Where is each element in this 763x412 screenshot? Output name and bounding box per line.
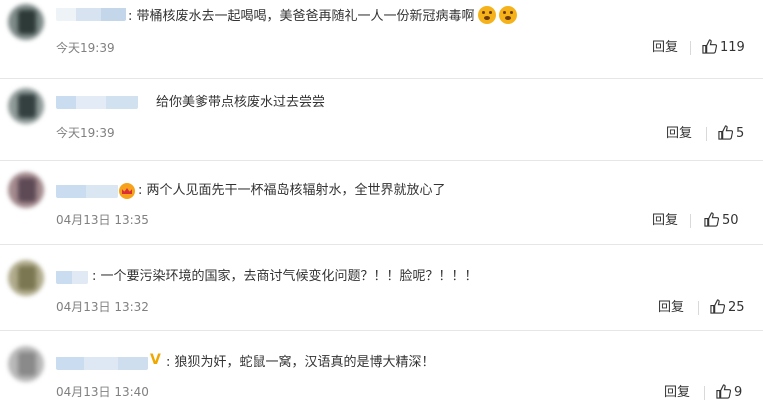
like-button[interactable]: 50	[704, 212, 739, 230]
divider	[690, 41, 691, 55]
separator	[0, 244, 763, 245]
reply-button[interactable]: 回复	[658, 299, 684, 317]
thumbs-up-icon	[710, 299, 726, 314]
divider	[690, 214, 691, 228]
comment-item: : 一个要污染环境的国家，去商讨气候变化问题？！！脸呢？！！！ 04月13日 1…	[0, 246, 763, 326]
comment-item: : 带桶核废水去一起喝喝，美爸爸再随礼一人一份新冠病毒啊 今天19:39 回复 …	[0, 0, 763, 80]
avatar[interactable]	[8, 346, 44, 382]
like-count: 25	[728, 300, 745, 315]
divider	[698, 301, 699, 315]
like-count: 119	[720, 40, 745, 55]
divider	[706, 127, 707, 141]
divider	[704, 386, 705, 400]
timestamp: 今天19:39	[56, 126, 115, 140]
username-blurred[interactable]	[56, 95, 138, 109]
thumbs-up-icon	[704, 212, 720, 227]
thumbs-up-icon	[702, 39, 718, 54]
avatar[interactable]	[8, 172, 44, 208]
comment-item: V : 狼狈为奸，蛇鼠一窝，汉语真的是博大精深！ 04月13日 13:40 回复…	[0, 332, 763, 412]
comment-item: : 两个人见面先干一杯福岛核辐射水，全世界就放心了 04月13日 13:35 回…	[0, 162, 763, 242]
timestamp: 04月13日 13:40	[56, 385, 149, 399]
like-count: 50	[722, 213, 739, 228]
like-button[interactable]: 9	[716, 384, 742, 402]
like-button[interactable]: 119	[702, 39, 745, 57]
timestamp: 04月13日 13:32	[56, 300, 149, 314]
reply-button[interactable]: 回复	[664, 384, 690, 402]
crown-icon	[119, 183, 135, 199]
avatar[interactable]	[8, 4, 44, 40]
reply-button[interactable]: 回复	[666, 125, 692, 143]
comment-text: : 一个要污染环境的国家，去商讨气候变化问题？！！脸呢？！！！	[92, 269, 478, 284]
separator	[0, 78, 763, 79]
like-button[interactable]: 25	[710, 299, 745, 317]
username-blurred[interactable]	[56, 270, 88, 284]
reply-button[interactable]: 回复	[652, 212, 678, 230]
username-blurred[interactable]	[56, 184, 118, 198]
separator	[0, 330, 763, 331]
avatar[interactable]	[8, 88, 44, 124]
thumbs-up-icon	[718, 125, 734, 140]
comment-item: 给你美爹带点核废水过去尝尝 今天19:39 回复 5	[0, 80, 763, 160]
like-count: 5	[736, 126, 745, 141]
like-button[interactable]: 5	[718, 125, 744, 143]
comment-text: : 两个人见面先干一杯福岛核辐射水，全世界就放心了	[138, 183, 446, 198]
scared-face-emoji	[498, 6, 517, 24]
reply-button[interactable]: 回复	[652, 39, 678, 57]
like-count: 9	[734, 385, 743, 400]
timestamp: 04月13日 13:35	[56, 213, 149, 227]
username-blurred[interactable]	[56, 7, 126, 21]
timestamp: 今天19:39	[56, 41, 115, 55]
comment-text: : 带桶核废水去一起喝喝，美爸爸再随礼一人一份新冠病毒啊	[128, 6, 517, 26]
verified-v-badge: V	[150, 352, 161, 368]
separator	[0, 160, 763, 161]
thumbs-up-icon	[716, 384, 732, 399]
scared-face-emoji	[477, 6, 496, 24]
comment-text: : 狼狈为奸，蛇鼠一窝，汉语真的是博大精深！	[166, 355, 435, 370]
username-blurred[interactable]	[56, 356, 148, 370]
comment-text: 给你美爹带点核废水过去尝尝	[156, 95, 326, 110]
avatar[interactable]	[8, 260, 44, 296]
